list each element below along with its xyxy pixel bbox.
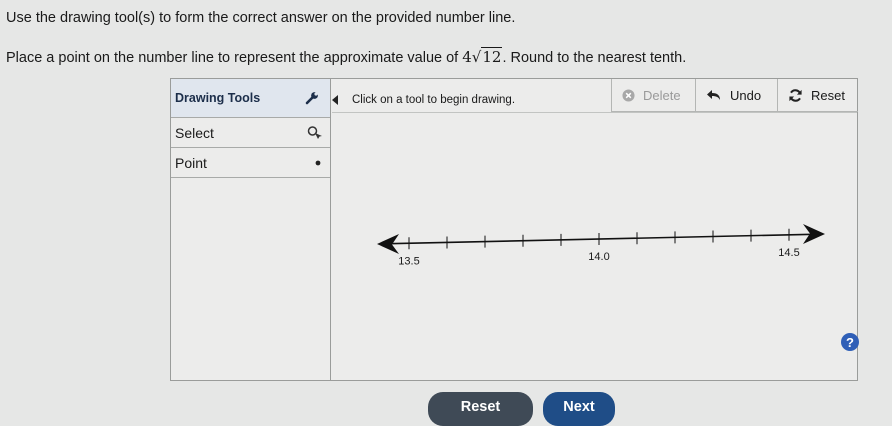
tool-select-label: Select: [175, 124, 214, 141]
math-expression: 4√12: [462, 47, 503, 66]
tick-label: 13.5: [398, 255, 419, 267]
square-root: √12: [471, 47, 503, 66]
close-circle-icon: [622, 88, 635, 102]
instruction-line-1: Use the drawing tool(s) to form the corr…: [6, 10, 516, 26]
number-line[interactable]: 13.5 14.0 14.5: [375, 222, 831, 278]
radicand: 12: [481, 47, 503, 66]
coefficient: 4: [462, 48, 472, 66]
collapse-panel-arrow-icon[interactable]: [332, 95, 338, 105]
instruction-text-before: Place a point on the number line to repr…: [6, 50, 463, 66]
footer-reset-button[interactable]: Reset: [428, 392, 533, 426]
tool-point-label: Point: [175, 154, 207, 171]
tick-label: 14.0: [588, 251, 609, 263]
tick-label: 14.5: [778, 247, 799, 259]
drawing-widget: Drawing Tools Select Point Click on a to…: [170, 78, 859, 381]
reset-tool-label: Reset: [811, 87, 845, 103]
toolbar-divider: [332, 112, 857, 113]
drawing-hint: Click on a tool to begin drawing.: [352, 94, 516, 106]
help-button[interactable]: ?: [841, 333, 859, 351]
drawing-tools-header: Drawing Tools: [171, 79, 330, 118]
reset-tool-button[interactable]: Reset: [777, 79, 858, 112]
delete-label: Delete: [643, 87, 681, 103]
drawing-tools-panel: Drawing Tools Select Point: [171, 79, 331, 380]
instruction-text-after: . Round to the nearest tenth.: [502, 50, 687, 66]
next-button[interactable]: Next: [543, 392, 615, 426]
undo-arrow-icon: [707, 90, 720, 100]
point-icon: [315, 160, 321, 165]
tool-point[interactable]: Point: [171, 148, 330, 178]
delete-button[interactable]: Delete: [611, 79, 695, 112]
instruction-line-2: Place a point on the number line to repr…: [6, 47, 687, 66]
pointer-icon: [307, 125, 322, 139]
radical-sign: √: [471, 48, 482, 66]
number-line-axis: [388, 233, 814, 245]
drawing-tools-title: Drawing Tools: [175, 91, 261, 105]
undo-label: Undo: [730, 87, 762, 103]
wrench-icon: [305, 92, 318, 105]
undo-button[interactable]: Undo: [695, 79, 777, 112]
tool-select[interactable]: Select: [171, 118, 330, 148]
refresh-icon: [789, 88, 802, 102]
